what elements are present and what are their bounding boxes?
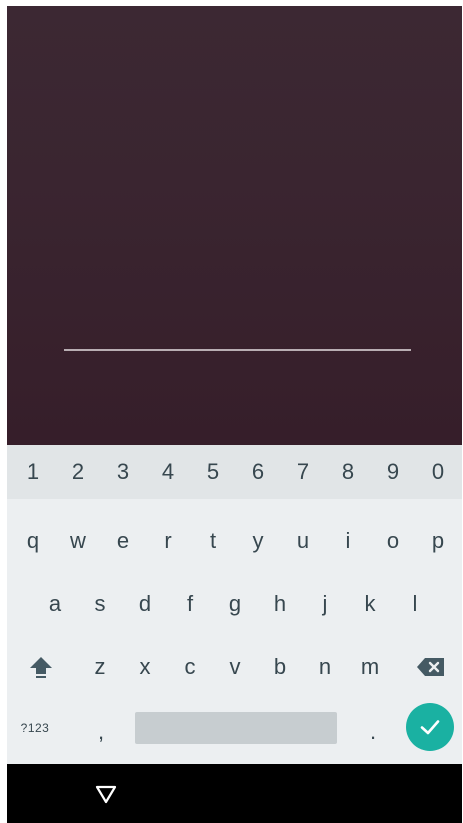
key-q[interactable]: q xyxy=(11,516,55,566)
key-5[interactable]: 5 xyxy=(191,447,235,497)
back-button[interactable] xyxy=(91,781,121,807)
space-bar[interactable] xyxy=(135,712,337,744)
checkmark-icon xyxy=(420,720,440,735)
key-7[interactable]: 7 xyxy=(281,447,325,497)
key-e[interactable]: e xyxy=(101,516,145,566)
key-r[interactable]: r xyxy=(146,516,190,566)
shift-key[interactable] xyxy=(19,642,63,692)
key-z[interactable]: z xyxy=(78,642,122,692)
key-h[interactable]: h xyxy=(258,579,302,629)
backspace-icon xyxy=(417,658,444,676)
period-key[interactable]: . xyxy=(353,707,393,757)
key-9[interactable]: 9 xyxy=(371,447,415,497)
screen: 1 2 3 4 5 6 7 8 9 0 q w e r t y u i o p … xyxy=(7,6,462,823)
pin-entry-field[interactable] xyxy=(64,349,411,351)
key-d[interactable]: d xyxy=(123,579,167,629)
lock-screen-background xyxy=(7,6,462,445)
key-i[interactable]: i xyxy=(326,516,370,566)
soft-keyboard: 1 2 3 4 5 6 7 8 9 0 q w e r t y u i o p … xyxy=(7,445,462,764)
key-s[interactable]: s xyxy=(78,579,122,629)
key-w[interactable]: w xyxy=(56,516,100,566)
key-n[interactable]: n xyxy=(303,642,347,692)
comma-key[interactable]: , xyxy=(81,707,121,757)
key-k[interactable]: k xyxy=(348,579,392,629)
key-1[interactable]: 1 xyxy=(11,447,55,497)
symbols-key[interactable]: ?123 xyxy=(9,703,61,753)
key-8[interactable]: 8 xyxy=(326,447,370,497)
key-y[interactable]: y xyxy=(236,516,280,566)
key-o[interactable]: o xyxy=(371,516,415,566)
key-6[interactable]: 6 xyxy=(236,447,280,497)
back-triangle-icon xyxy=(95,785,117,804)
key-c[interactable]: c xyxy=(168,642,212,692)
key-t[interactable]: t xyxy=(191,516,235,566)
key-g[interactable]: g xyxy=(213,579,257,629)
enter-button[interactable] xyxy=(406,703,454,751)
backspace-key[interactable] xyxy=(409,642,453,692)
key-l[interactable]: l xyxy=(393,579,437,629)
number-row: 1 2 3 4 5 6 7 8 9 0 xyxy=(7,445,462,499)
key-a[interactable]: a xyxy=(33,579,77,629)
key-v[interactable]: v xyxy=(213,642,257,692)
navigation-bar xyxy=(7,764,462,823)
key-0[interactable]: 0 xyxy=(416,447,460,497)
key-j[interactable]: j xyxy=(303,579,347,629)
key-4[interactable]: 4 xyxy=(146,447,190,497)
key-u[interactable]: u xyxy=(281,516,325,566)
key-b[interactable]: b xyxy=(258,642,302,692)
shift-icon xyxy=(30,657,52,678)
key-m[interactable]: m xyxy=(348,642,392,692)
key-3[interactable]: 3 xyxy=(101,447,145,497)
key-f[interactable]: f xyxy=(168,579,212,629)
key-2[interactable]: 2 xyxy=(56,447,100,497)
key-p[interactable]: p xyxy=(416,516,460,566)
key-x[interactable]: x xyxy=(123,642,167,692)
